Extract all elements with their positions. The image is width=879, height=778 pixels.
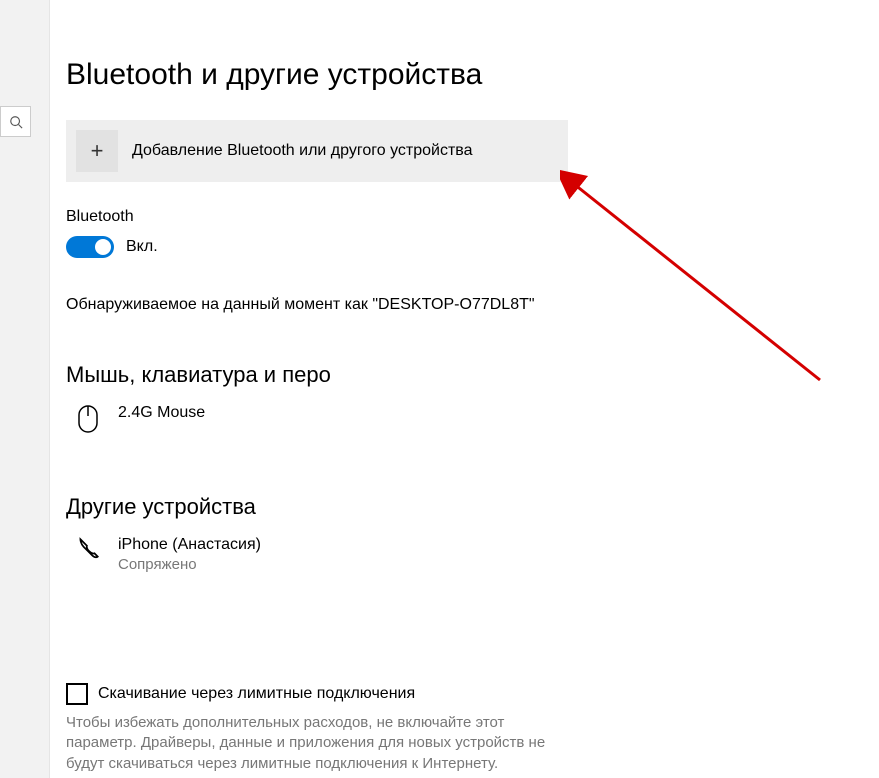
- device-item-mouse[interactable]: 2.4G Mouse: [66, 400, 859, 464]
- search-button[interactable]: [0, 106, 31, 137]
- device-name: iPhone (Анастасия): [118, 536, 261, 554]
- toggle-knob: [95, 239, 111, 255]
- metered-download-checkbox[interactable]: [66, 683, 88, 705]
- bluetooth-state-text: Вкл.: [126, 238, 158, 256]
- phone-icon: [75, 536, 101, 562]
- device-status: Сопряжено: [118, 556, 261, 573]
- section-other-devices: Другие устройства: [66, 494, 859, 520]
- search-icon: [9, 115, 23, 129]
- add-device-label: Добавление Bluetooth или другого устройс…: [132, 142, 473, 160]
- metered-description: Чтобы избежать дополнительных расходов, …: [66, 713, 561, 774]
- section-mouse-keyboard-pen: Мышь, клавиатура и перо: [66, 362, 859, 388]
- bluetooth-toggle[interactable]: [66, 236, 114, 258]
- add-device-button[interactable]: + Добавление Bluetooth или другого устро…: [66, 120, 568, 182]
- bluetooth-label: Bluetooth: [66, 208, 859, 226]
- plus-icon: +: [76, 130, 118, 172]
- metered-download-label: Скачивание через лимитные подключения: [98, 685, 415, 703]
- discoverable-text: Обнаруживаемое на данный момент как "DES…: [66, 296, 859, 314]
- device-item-phone[interactable]: iPhone (Анастасия) Сопряжено: [66, 532, 859, 603]
- mouse-icon: [77, 404, 99, 434]
- page-title: Bluetooth и другие устройства: [66, 58, 859, 92]
- device-name: 2.4G Mouse: [118, 404, 205, 422]
